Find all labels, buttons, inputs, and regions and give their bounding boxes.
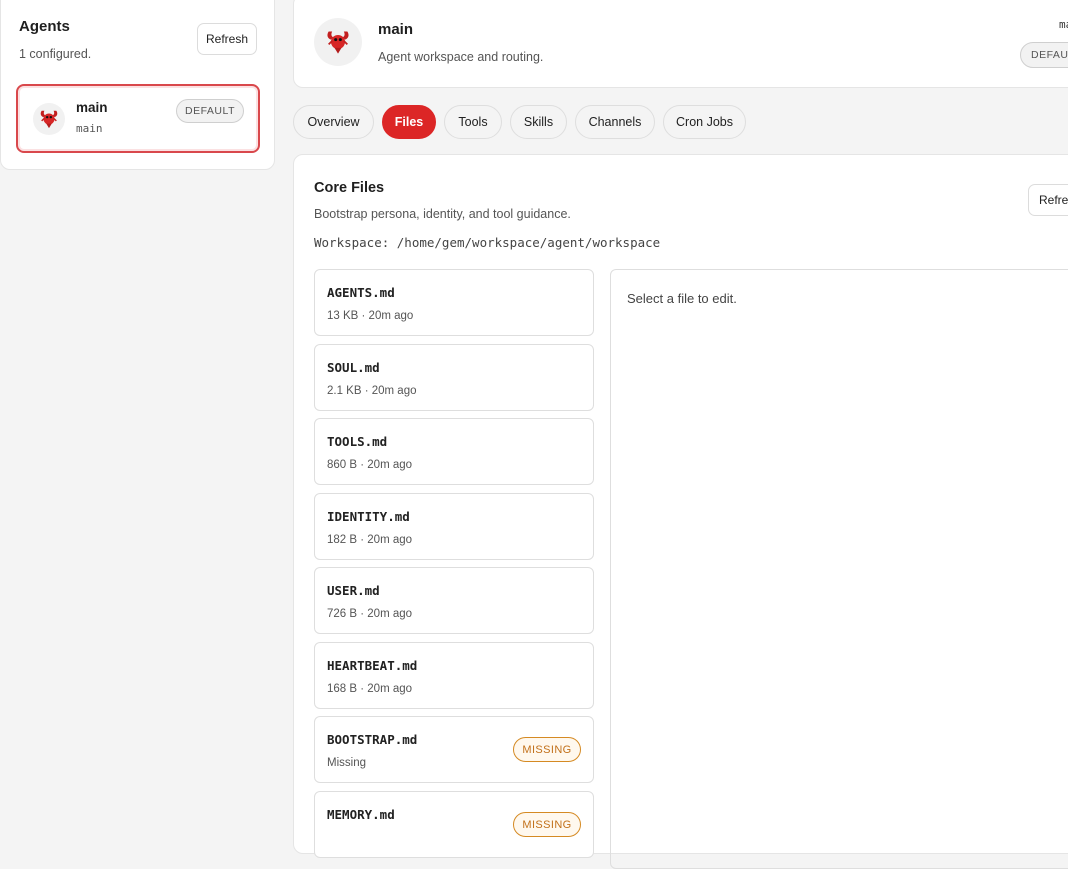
tab-files[interactable]: Files: [382, 105, 436, 139]
file-item[interactable]: USER.md 726 B · 20m ago: [314, 567, 594, 634]
tab-tools[interactable]: Tools: [444, 105, 502, 139]
editor-placeholder: Select a file to edit.: [627, 291, 737, 306]
agent-id-label: ma: [1059, 18, 1068, 31]
agent-subtitle: Agent workspace and routing.: [378, 50, 544, 64]
file-name: MEMORY.md: [327, 807, 395, 822]
file-item[interactable]: MEMORY.md MISSING: [314, 791, 594, 858]
file-name: TOOLS.md: [327, 434, 388, 449]
file-meta: 860 B · 20m ago: [327, 459, 413, 471]
tab-skills[interactable]: Skills: [510, 105, 567, 139]
agent-header: main Agent workspace and routing. ma DEF…: [293, 0, 1068, 88]
file-item[interactable]: SOUL.md 2.1 KB · 20m ago: [314, 344, 594, 411]
agents-count: 1 configured.: [19, 47, 92, 61]
file-editor[interactable]: Select a file to edit.: [610, 269, 1068, 869]
lobster-icon: [327, 31, 349, 54]
files-refresh-button[interactable]: Refres: [1028, 184, 1068, 216]
file-item[interactable]: TOOLS.md 860 B · 20m ago: [314, 418, 594, 485]
agent-name: main: [76, 100, 108, 115]
file-item[interactable]: IDENTITY.md 182 B · 20m ago: [314, 493, 594, 560]
missing-badge: MISSING: [513, 812, 581, 837]
file-meta: 2.1 KB · 20m ago: [327, 385, 417, 397]
agents-panel: Agents 1 configured. Refresh main main D…: [0, 0, 275, 170]
workspace-path: Workspace: /home/gem/workspace/agent/wor…: [314, 235, 661, 250]
file-meta: 168 B · 20m ago: [327, 683, 413, 695]
file-item[interactable]: AGENTS.md 13 KB · 20m ago: [314, 269, 594, 336]
file-name: BOOTSTRAP.md: [327, 732, 418, 747]
default-badge: DEFAULT: [176, 99, 244, 123]
lobster-icon: [40, 110, 58, 129]
core-files-panel: Core Files Bootstrap persona, identity, …: [293, 154, 1068, 869]
core-files-subtitle: Bootstrap persona, identity, and tool gu…: [314, 207, 571, 221]
core-files-title: Core Files: [314, 180, 385, 196]
file-meta: 13 KB · 20m ago: [327, 310, 414, 322]
file-item[interactable]: BOOTSTRAP.md Missing MISSING: [314, 716, 594, 783]
file-meta: 182 B · 20m ago: [327, 534, 413, 546]
file-meta: 726 B · 20m ago: [327, 608, 413, 620]
file-meta: Missing: [327, 757, 366, 769]
agent-item-main[interactable]: main main DEFAULT: [16, 84, 260, 153]
agent-id: main: [76, 122, 103, 135]
agents-title: Agents: [19, 18, 70, 35]
file-name: IDENTITY.md: [327, 509, 410, 524]
missing-badge: MISSING: [513, 737, 581, 762]
agents-refresh-button[interactable]: Refresh: [197, 23, 257, 55]
file-name: AGENTS.md: [327, 285, 395, 300]
file-item[interactable]: HEARTBEAT.md 168 B · 20m ago: [314, 642, 594, 709]
tab-cron-jobs[interactable]: Cron Jobs: [663, 105, 746, 139]
tab-overview[interactable]: Overview: [293, 105, 374, 139]
file-name: USER.md: [327, 583, 380, 598]
file-name: HEARTBEAT.md: [327, 658, 418, 673]
agent-avatar: [33, 103, 65, 135]
agent-avatar-large: [314, 18, 362, 66]
default-badge: DEFAUL: [1020, 42, 1068, 68]
file-name: SOUL.md: [327, 360, 380, 375]
tab-channels[interactable]: Channels: [575, 105, 655, 139]
agent-title: main: [378, 21, 414, 38]
